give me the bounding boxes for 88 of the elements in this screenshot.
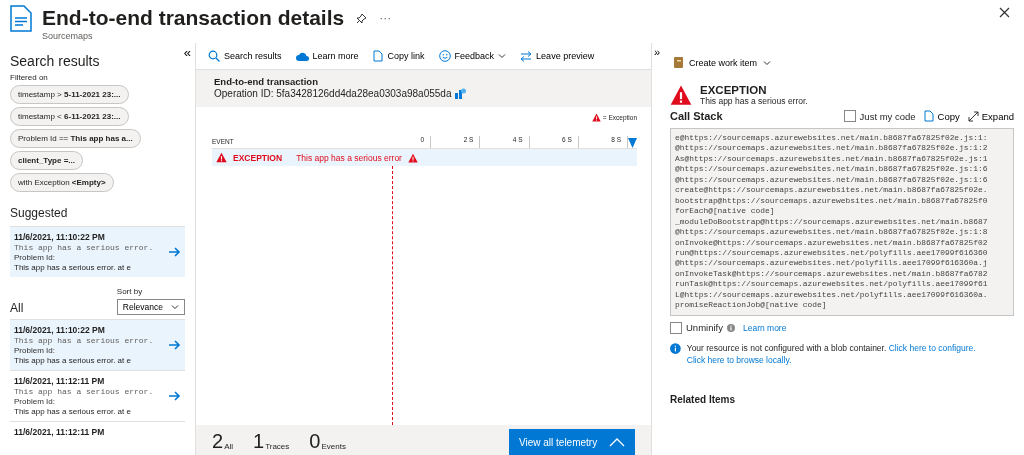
event-message: This app has a serious error xyxy=(296,152,402,163)
event-row[interactable]: EXCEPTION This app has a serious error xyxy=(212,149,637,166)
unminify-checkbox[interactable]: Unminify xyxy=(670,321,723,334)
exception-type: EXCEPTION xyxy=(700,84,768,96)
section-title: Search results xyxy=(10,53,101,69)
info-icon xyxy=(670,341,681,355)
result-message: This app has a serious error. xyxy=(14,243,155,252)
notebook-icon xyxy=(674,57,683,68)
sort-label: Sort by xyxy=(116,287,143,296)
just-my-code-checkbox[interactable]: Just my code xyxy=(843,110,916,122)
problem-text: This app has a serious error. at e xyxy=(14,263,132,272)
expand-panel-button[interactable]: » xyxy=(654,46,661,58)
swap-arrows-icon xyxy=(520,50,533,62)
operation-id: Operation ID: 5fa3428126dd4da28ea0303a98a055da xyxy=(214,88,452,99)
cloud-icon xyxy=(295,51,309,61)
copy-button[interactable]: Copy xyxy=(923,110,960,122)
problem-text: This app has a serious error. at e xyxy=(14,407,132,416)
toolbar-button[interactable]: Learn more xyxy=(295,50,359,62)
call-stack-title: Call Stack xyxy=(670,110,723,122)
collapse-panel-button[interactable]: « xyxy=(183,47,191,59)
filter-chip[interactable]: timestamp < 6-11-2021 23:... xyxy=(10,107,129,126)
toolbar-button[interactable]: Copy link xyxy=(372,50,425,62)
close-button[interactable] xyxy=(997,5,1012,20)
blob-container-message: Your resource is not configured with a blob container. Click here to configure. Click here to browse locally. xyxy=(686,341,977,366)
copy-icon xyxy=(923,110,935,122)
filter-label: Filtered on xyxy=(10,73,49,82)
create-work-item-button[interactable]: Create work item xyxy=(674,57,772,68)
range-marker-icon xyxy=(628,138,637,148)
result-time: 11/6/2021, 11:12:11 PM xyxy=(14,376,106,386)
chart-icon[interactable] xyxy=(455,88,467,99)
count-label: All xyxy=(224,442,233,453)
browse-locally-link[interactable]: Click here to browse locally. xyxy=(686,354,792,365)
toolbar-button[interactable]: Leave preview xyxy=(520,50,595,62)
chevron-down-icon xyxy=(498,52,507,60)
filter-chip[interactable]: Problem Id == This app has a... xyxy=(10,129,141,148)
event-type: EXCEPTION xyxy=(233,152,283,163)
page-title: End-to-end transaction details xyxy=(42,5,345,31)
filter-chip[interactable]: with Exception <Empty> xyxy=(10,173,114,192)
section-title: All xyxy=(10,301,24,315)
filter-chip[interactable]: client_Type =... xyxy=(10,151,83,170)
problem-label: Problem Id: xyxy=(14,253,56,262)
learn-more-link[interactable]: Learn more xyxy=(742,322,787,333)
close-icon xyxy=(999,7,1010,18)
arrow-right-icon xyxy=(169,391,181,401)
result-time: 11/6/2021, 11:10:22 PM xyxy=(14,232,106,242)
result-message: This app has a serious error. xyxy=(14,336,155,345)
warning-icon xyxy=(216,152,227,163)
problem-label: Problem Id: xyxy=(14,397,56,406)
count-label: Traces xyxy=(265,442,290,453)
section-title: Suggested xyxy=(10,206,69,220)
filter-chip[interactable]: timestamp > 5-11-2021 23:... xyxy=(10,85,129,104)
expand-button[interactable]: Expand xyxy=(967,110,1014,122)
view-telemetry-button[interactable]: View all telemetry xyxy=(509,429,635,455)
exception-message: This app has a serious error. xyxy=(700,96,808,106)
result-message: This app has a serious error. xyxy=(14,387,155,396)
transaction-title: End-to-end transaction xyxy=(214,76,319,87)
search-icon xyxy=(208,50,220,62)
chevron-down-icon xyxy=(763,58,772,67)
document-icon xyxy=(10,5,32,32)
count-value: 2 xyxy=(212,430,224,454)
expand-arrows-icon xyxy=(967,110,979,122)
related-items-title: Related Items xyxy=(670,393,737,405)
chevron-up-icon xyxy=(609,437,625,447)
smiley-icon xyxy=(438,50,451,62)
problem-label: Problem Id: xyxy=(14,346,56,355)
info-icon xyxy=(726,323,735,332)
more-options[interactable]: ··· xyxy=(379,11,392,25)
problem-text: This app has a serious error. at e xyxy=(14,356,132,365)
count-label: Events xyxy=(321,442,346,453)
configure-link[interactable]: Click here to configure. xyxy=(888,342,976,353)
result-card[interactable]: 11/6/2021, 11:10:22 PM This app has a serious error. Problem Id: This app has a serious error. at e xyxy=(10,226,185,277)
result-time: 11/6/2021, 11:10:22 PM xyxy=(14,325,106,335)
toolbar-button[interactable]: Search results xyxy=(208,50,282,62)
result-time: 11/6/2021, 11:12:11 PM xyxy=(14,427,106,437)
result-card[interactable]: 11/6/2021, 11:10:22 PM This app has a serious error. Problem Id: This app has a serious error. at e xyxy=(10,319,185,370)
arrow-right-icon xyxy=(169,247,181,257)
warning-icon xyxy=(591,113,601,122)
warning-icon xyxy=(407,152,418,163)
copy-icon xyxy=(372,50,384,62)
page-subtitle: Sourcemaps xyxy=(42,31,94,41)
chevron-down-icon xyxy=(171,303,179,311)
warning-icon xyxy=(670,84,692,106)
toolbar-button[interactable]: Feedback xyxy=(438,50,507,62)
count-value: 0 xyxy=(309,430,321,454)
sort-dropdown[interactable]: Relevance xyxy=(116,299,185,315)
arrow-right-icon xyxy=(169,340,181,350)
pin-icon xyxy=(356,12,368,24)
count-value: 1 xyxy=(253,430,265,454)
